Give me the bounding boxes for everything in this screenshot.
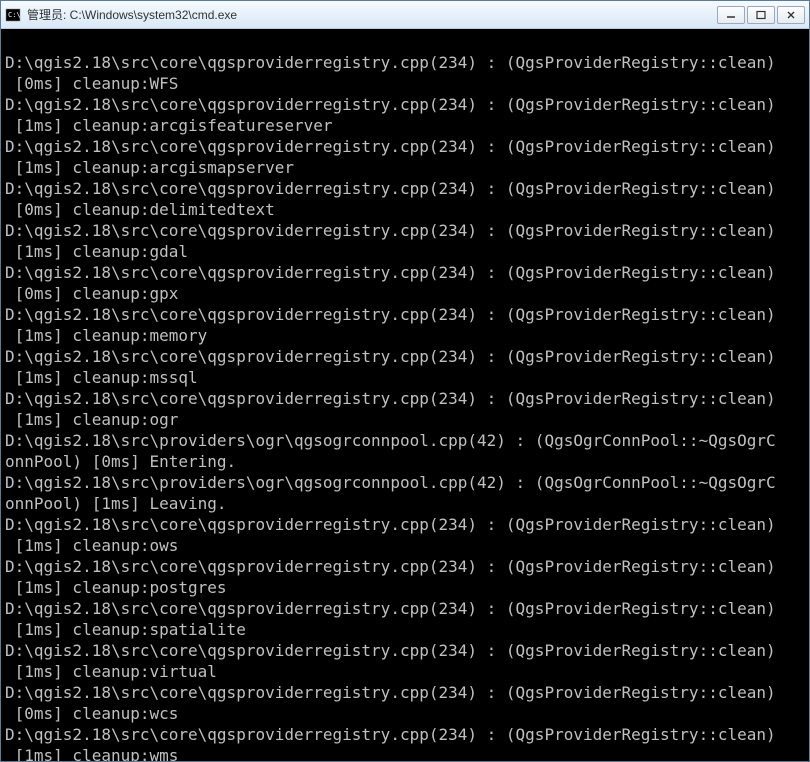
terminal-output[interactable]: D:\qgis2.18\src\core\qgsproviderregistry… (1, 29, 809, 761)
minimize-button[interactable] (717, 6, 745, 24)
terminal-line: D:\qgis2.18\src\core\qgsproviderregistry… (5, 388, 805, 409)
terminal-line: [1ms] cleanup:wms (5, 745, 805, 761)
terminal-line: D:\qgis2.18\src\core\qgsproviderregistry… (5, 136, 805, 157)
cmd-window: C:\ 管理员: C:\Windows\system32\cmd.exe D:\… (0, 0, 810, 762)
svg-text:C:\: C:\ (8, 11, 21, 19)
terminal-line: onnPool) [1ms] Leaving. (5, 493, 805, 514)
terminal-line: [0ms] cleanup:delimitedtext (5, 199, 805, 220)
terminal-line: [0ms] cleanup:WFS (5, 73, 805, 94)
terminal-line: [1ms] cleanup:ows (5, 535, 805, 556)
terminal-line: [1ms] cleanup:spatialite (5, 619, 805, 640)
terminal-line: [1ms] cleanup:virtual (5, 661, 805, 682)
terminal-line: onnPool) [0ms] Entering. (5, 451, 805, 472)
terminal-line: [1ms] cleanup:gdal (5, 241, 805, 262)
terminal-line: D:\qgis2.18\src\core\qgsproviderregistry… (5, 94, 805, 115)
terminal-line: D:\qgis2.18\src\core\qgsproviderregistry… (5, 724, 805, 745)
terminal-line: D:\qgis2.18\src\core\qgsproviderregistry… (5, 52, 805, 73)
terminal-line: D:\qgis2.18\src\core\qgsproviderregistry… (5, 598, 805, 619)
terminal-line: D:\qgis2.18\src\core\qgsproviderregistry… (5, 640, 805, 661)
terminal-line: [1ms] cleanup:arcgisfeatureserver (5, 115, 805, 136)
terminal-line: D:\qgis2.18\src\core\qgsproviderregistry… (5, 178, 805, 199)
terminal-line: D:\qgis2.18\src\core\qgsproviderregistry… (5, 346, 805, 367)
terminal-line: [1ms] cleanup:postgres (5, 577, 805, 598)
terminal-line: [1ms] cleanup:memory (5, 325, 805, 346)
terminal-line: [0ms] cleanup:gpx (5, 283, 805, 304)
terminal-line: [1ms] cleanup:ogr (5, 409, 805, 430)
terminal-line: D:\qgis2.18\src\core\qgsproviderregistry… (5, 556, 805, 577)
terminal-line: [0ms] cleanup:wcs (5, 703, 805, 724)
window-title: 管理员: C:\Windows\system32\cmd.exe (27, 6, 717, 23)
terminal-line: D:\qgis2.18\src\providers\ogr\qgsogrconn… (5, 430, 805, 451)
terminal-line: [1ms] cleanup:arcgismapserver (5, 157, 805, 178)
terminal-line: D:\qgis2.18\src\core\qgsproviderregistry… (5, 304, 805, 325)
terminal-line: [1ms] cleanup:mssql (5, 367, 805, 388)
terminal-line: D:\qgis2.18\src\core\qgsproviderregistry… (5, 262, 805, 283)
title-bar[interactable]: C:\ 管理员: C:\Windows\system32\cmd.exe (1, 1, 809, 29)
window-controls (717, 6, 805, 24)
terminal-line: D:\qgis2.18\src\core\qgsproviderregistry… (5, 514, 805, 535)
terminal-line: D:\qgis2.18\src\core\qgsproviderregistry… (5, 220, 805, 241)
close-button[interactable] (777, 6, 805, 24)
terminal-line: D:\qgis2.18\src\core\qgsproviderregistry… (5, 682, 805, 703)
maximize-button[interactable] (747, 6, 775, 24)
cmd-icon: C:\ (5, 7, 21, 23)
terminal-line (5, 31, 805, 52)
terminal-line: D:\qgis2.18\src\providers\ogr\qgsogrconn… (5, 472, 805, 493)
